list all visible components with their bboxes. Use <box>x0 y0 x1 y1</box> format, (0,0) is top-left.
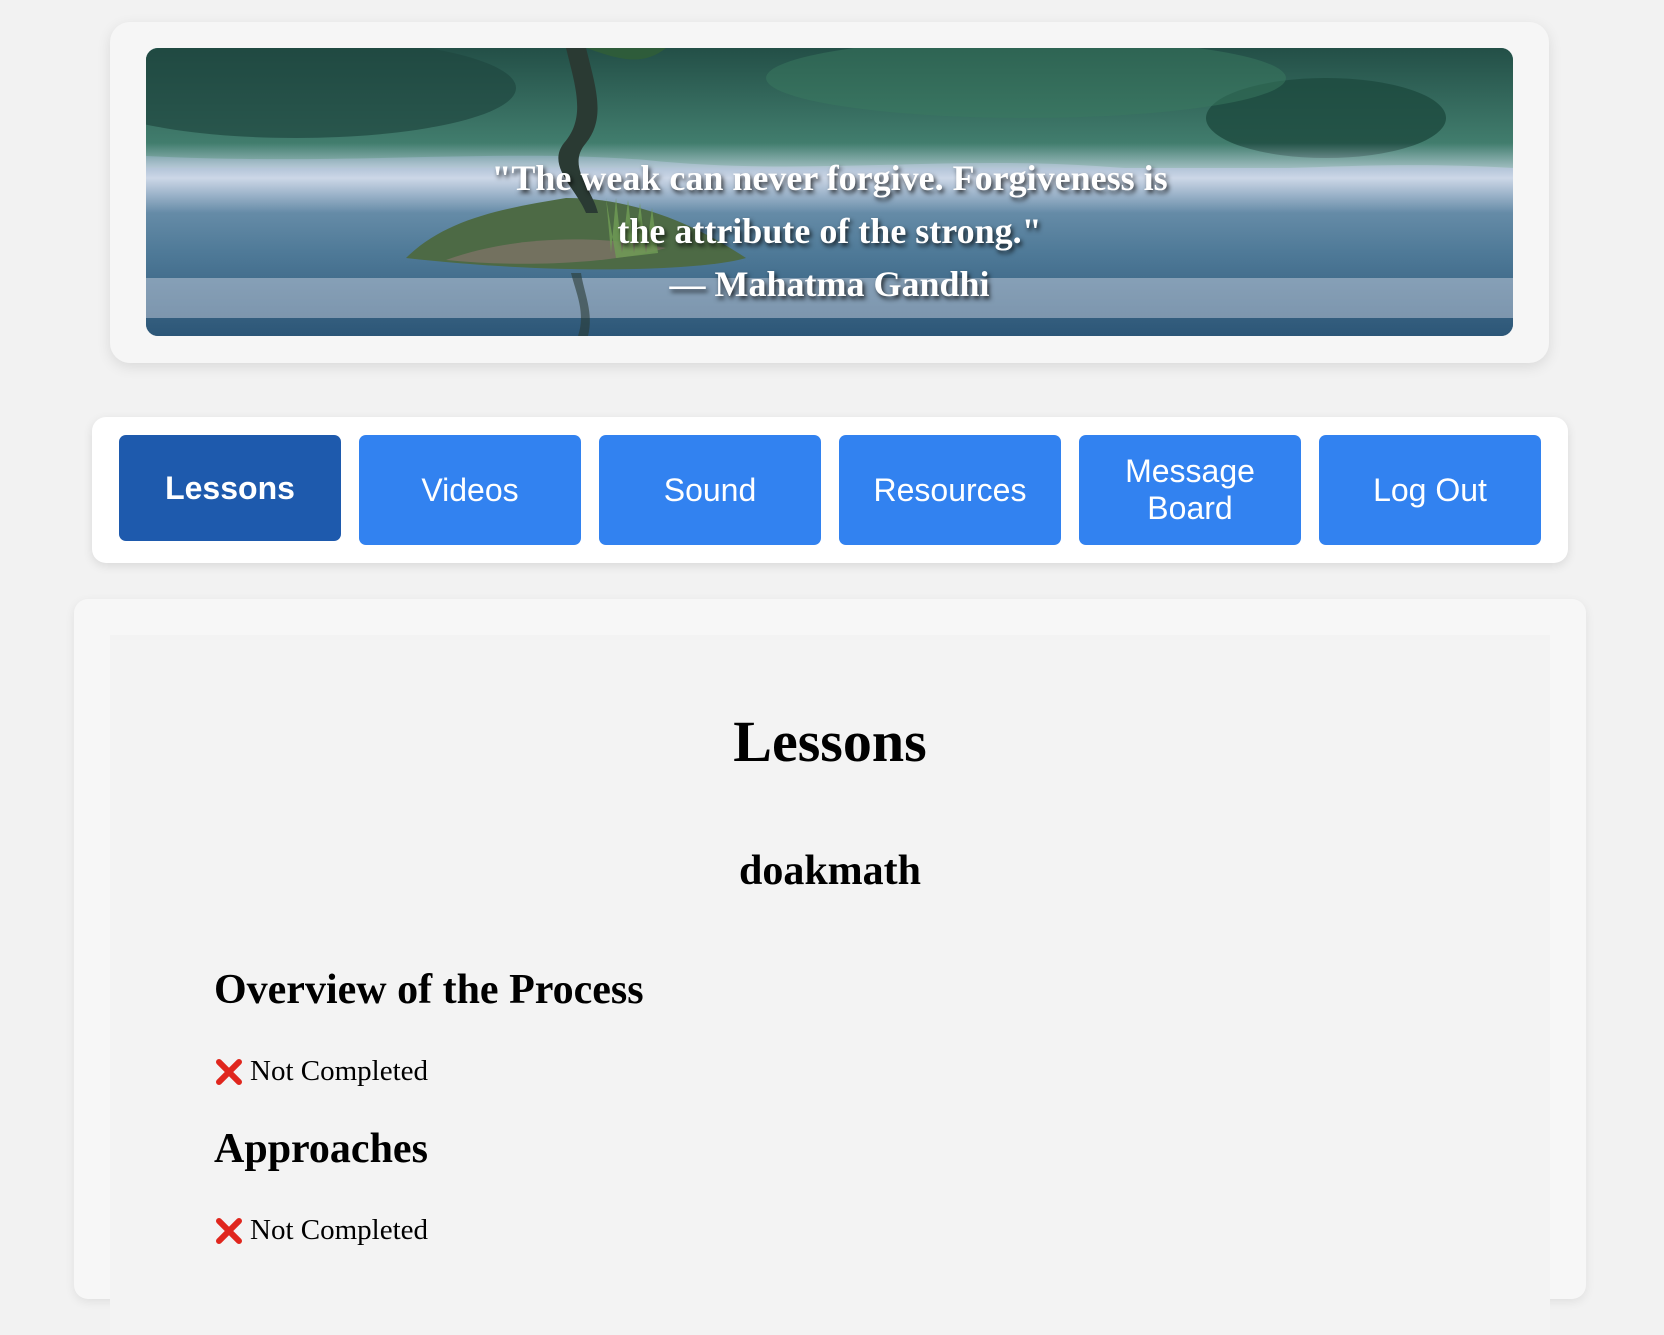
lessons-panel: Lessons doakmath Overview of the Process… <box>110 635 1550 1335</box>
content-card: Lessons doakmath Overview of the Process… <box>74 599 1586 1335</box>
x-mark-icon <box>214 1057 244 1087</box>
lesson-status: Not Completed <box>214 1214 428 1247</box>
lesson-status-text: Not Completed <box>250 1055 429 1087</box>
nav-resources-button[interactable]: Resources <box>839 435 1061 545</box>
quote-text: "The weak can never forgive. Forgiveness… <box>146 152 1513 311</box>
banner-background-image: "The weak can never forgive. Forgiveness… <box>146 48 1513 336</box>
nav-sound-button[interactable]: Sound <box>599 435 821 545</box>
page-title: Lessons <box>733 709 927 774</box>
x-mark-icon <box>214 1216 244 1246</box>
quote-line-1: "The weak can never forgive. Forgiveness… <box>491 158 1168 198</box>
username-heading: doakmath <box>738 848 922 894</box>
quote-author: — Mahatma Gandhi <box>669 264 990 304</box>
quote-line-2: the attribute of the strong." <box>617 211 1042 251</box>
quote-banner: "The weak can never forgive. Forgiveness… <box>110 22 1549 363</box>
lesson-title[interactable]: Overview of the Process <box>214 966 644 1014</box>
lesson-status: Not Completed <box>214 1055 428 1088</box>
lesson-title[interactable]: Approaches <box>214 1125 428 1173</box>
nav-message-board-button[interactable]: Message Board <box>1079 435 1301 545</box>
lesson-status-text: Not Completed <box>250 1214 429 1246</box>
nav-videos-button[interactable]: Videos <box>359 435 581 545</box>
nav-lessons-button[interactable]: Lessons <box>119 435 341 541</box>
main-nav: Lessons Videos Sound Resources Message B… <box>92 417 1568 563</box>
nav-log-out-button[interactable]: Log Out <box>1319 435 1541 545</box>
